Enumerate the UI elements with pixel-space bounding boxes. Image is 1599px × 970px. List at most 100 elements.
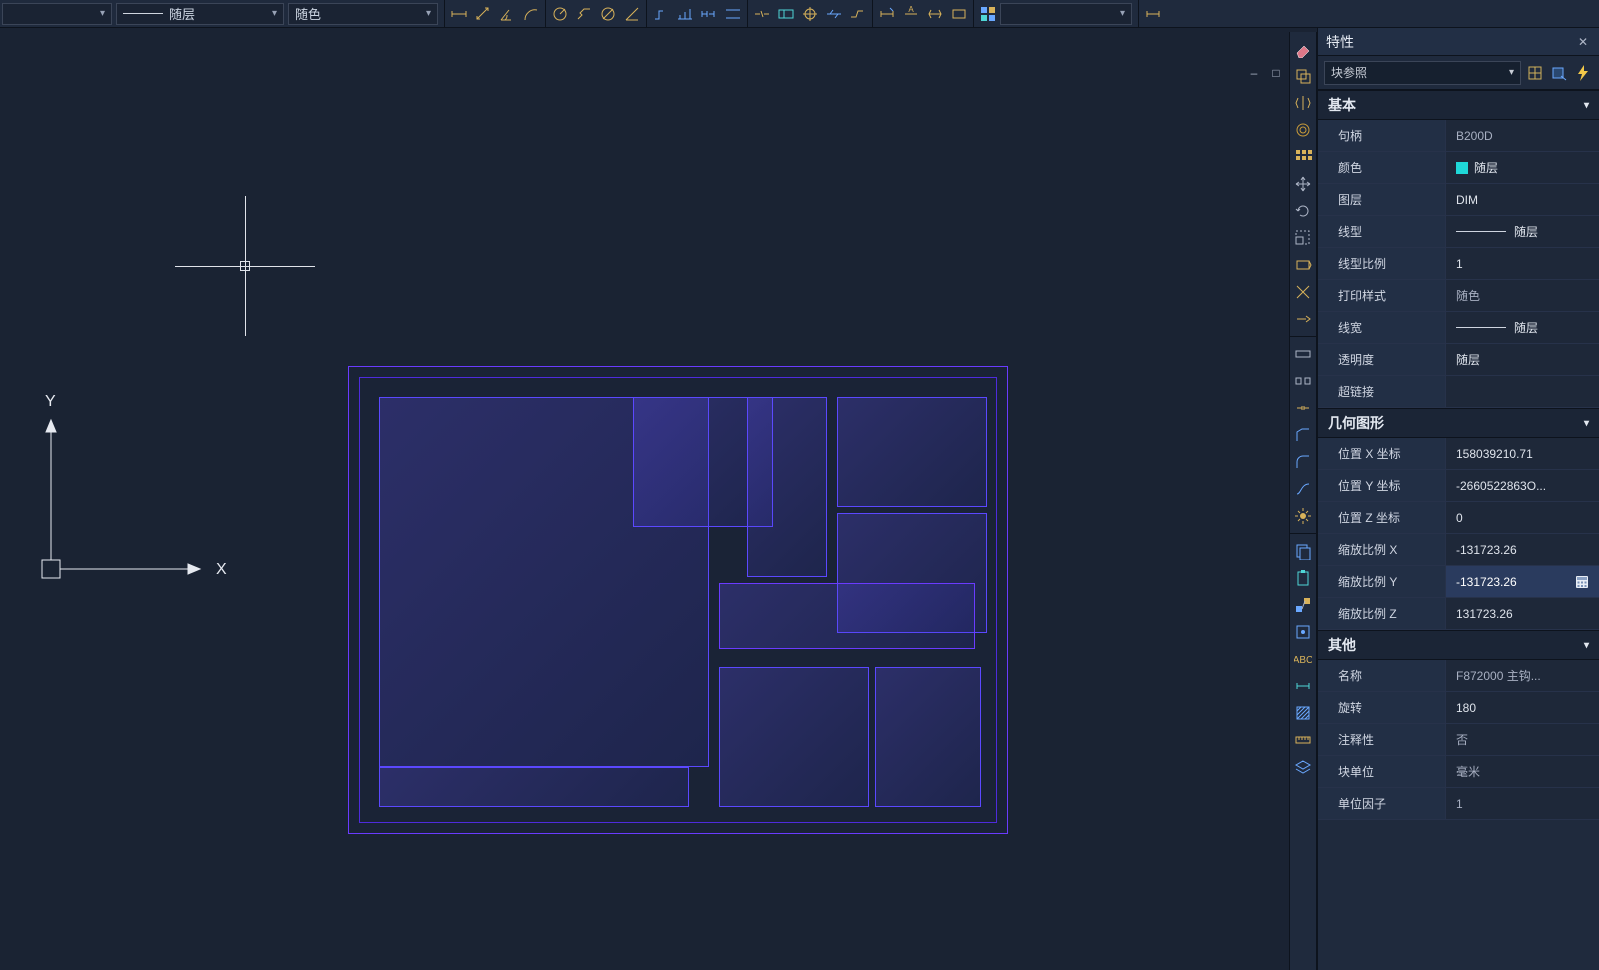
section-title: 基本 [1328, 95, 1356, 115]
dim-linear-icon[interactable] [447, 2, 471, 26]
dim-baseline-icon[interactable] [673, 2, 697, 26]
layer-dropdown[interactable]: ▾ [2, 3, 112, 25]
extend-icon[interactable] [1291, 306, 1315, 332]
measure-icon[interactable] [1291, 727, 1315, 753]
erase-icon[interactable] [1291, 36, 1315, 62]
dim-style-icon[interactable] [1291, 673, 1315, 699]
dim-jogged-icon[interactable] [572, 2, 596, 26]
dim-angular-icon[interactable] [495, 2, 519, 26]
prop-row-unitfactor: 单位因子1 [1318, 788, 1599, 820]
quick-select-icon[interactable] [1549, 63, 1569, 83]
prop-value-rotation[interactable]: 180 [1446, 692, 1599, 723]
dim-diameter-icon[interactable] [596, 2, 620, 26]
layer-icon[interactable] [1291, 754, 1315, 780]
prop-value-blockunit[interactable]: 毫米 [1446, 756, 1599, 787]
object-type-dropdown[interactable]: 块参照 ▾ [1324, 61, 1521, 85]
dim-reassoc-icon[interactable] [1141, 2, 1165, 26]
center-mark-icon[interactable] [798, 2, 822, 26]
offset-icon[interactable] [1291, 117, 1315, 143]
linetype-dropdown[interactable]: 随层 ▾ [116, 3, 284, 25]
explode-icon[interactable] [1291, 503, 1315, 529]
close-icon[interactable]: ✕ [1575, 34, 1591, 50]
prop-value-scaley[interactable]: -131723.26 [1446, 566, 1599, 597]
model-viewport[interactable]: – □ × X Y [0, 28, 1317, 970]
paste-block-icon[interactable] [1291, 619, 1315, 645]
viewport-minimize-button[interactable]: – [1247, 66, 1261, 80]
rotate-icon[interactable] [1291, 198, 1315, 224]
section-header-geometry[interactable]: 几何图形 ▾ [1318, 408, 1599, 438]
side-tool-palette: ABC [1289, 32, 1317, 970]
tolerance-icon[interactable] [774, 2, 798, 26]
prop-row-posy: 位置 Y 坐标-2660522863O... [1318, 470, 1599, 502]
dimstyle-manager-icon[interactable] [976, 2, 1000, 26]
ucs-icon: X Y [40, 390, 240, 593]
copy-clip-icon[interactable] [1291, 538, 1315, 564]
prop-value-handle[interactable]: B200D [1446, 120, 1599, 151]
prop-value-name[interactable]: F872000 主钩... [1446, 660, 1599, 691]
prop-value-plotstyle[interactable]: 随色 [1446, 280, 1599, 311]
dim-space-icon[interactable] [721, 2, 745, 26]
prop-value-posz[interactable]: 0 [1446, 502, 1599, 533]
prop-value-transparency[interactable]: 随层 [1446, 344, 1599, 375]
hatch-icon[interactable] [1291, 700, 1315, 726]
copy-icon[interactable] [1291, 63, 1315, 89]
dim-aligned-icon[interactable] [471, 2, 495, 26]
pim-toggle-icon[interactable] [1525, 63, 1545, 83]
mirror-icon[interactable] [1291, 90, 1315, 116]
inspection-icon[interactable] [822, 2, 846, 26]
fillet-icon[interactable] [1291, 449, 1315, 475]
prop-value-unitfactor[interactable]: 1 [1446, 788, 1599, 819]
section-header-other[interactable]: 其他 ▾ [1318, 630, 1599, 660]
break-at-point-icon[interactable] [1291, 368, 1315, 394]
chamfer-icon[interactable] [1291, 422, 1315, 448]
prop-row-ltscale: 线型比例1 [1318, 248, 1599, 280]
break-icon[interactable] [1291, 341, 1315, 367]
crosshair-cursor [175, 196, 315, 336]
match-icon[interactable] [1291, 592, 1315, 618]
dim-break-icon[interactable] [750, 2, 774, 26]
section-header-basic[interactable]: 基本 ▾ [1318, 90, 1599, 120]
blend-icon[interactable] [1291, 476, 1315, 502]
prop-value-layer[interactable]: DIM [1446, 184, 1599, 215]
prop-row-rotation: 旋转180 [1318, 692, 1599, 724]
prop-value-scalez[interactable]: 131723.26 [1446, 598, 1599, 629]
paste-icon[interactable] [1291, 565, 1315, 591]
prop-value-ltscale[interactable]: 1 [1446, 248, 1599, 279]
prop-value-color[interactable]: 随层 [1446, 152, 1599, 183]
prop-value-posx[interactable]: 158039210.71 [1446, 438, 1599, 469]
object-type-selector-row: 块参照 ▾ [1318, 56, 1599, 90]
join-icon[interactable] [1291, 395, 1315, 421]
dim-update-icon[interactable] [923, 2, 947, 26]
viewport-maximize-button[interactable]: □ [1269, 66, 1283, 80]
dim-ordinate-icon[interactable] [649, 2, 673, 26]
array-icon[interactable] [1291, 144, 1315, 170]
prop-row-scalez: 缩放比例 Z131723.26 [1318, 598, 1599, 630]
dim-text-edit-icon[interactable]: A [899, 2, 923, 26]
jog-line-icon[interactable] [846, 2, 870, 26]
prop-row-transparency: 透明度随层 [1318, 344, 1599, 376]
move-icon[interactable] [1291, 171, 1315, 197]
prop-row-blockunit: 块单位毫米 [1318, 756, 1599, 788]
prop-value-posy[interactable]: -2660522863O... [1446, 470, 1599, 501]
quick-properties-icon[interactable] [1573, 63, 1593, 83]
dim-angular2-icon[interactable] [620, 2, 644, 26]
trim-icon[interactable] [1291, 279, 1315, 305]
dimstyle-dropdown[interactable]: ▾ [1000, 3, 1132, 25]
dim-arc-icon[interactable] [519, 2, 543, 26]
calculator-icon[interactable] [1573, 573, 1591, 591]
prop-value-hyperlink[interactable] [1446, 376, 1599, 407]
dim-edit-icon[interactable] [875, 2, 899, 26]
dim-continue-icon[interactable] [697, 2, 721, 26]
dim-override-icon[interactable] [947, 2, 971, 26]
dim-radius-icon[interactable] [548, 2, 572, 26]
prop-value-annotative[interactable]: 否 [1446, 724, 1599, 755]
stretch-icon[interactable] [1291, 252, 1315, 278]
svg-text:A: A [908, 5, 914, 14]
prop-value-lineweight[interactable]: 随层 [1446, 312, 1599, 343]
color-dropdown[interactable]: 随色 ▾ [288, 3, 438, 25]
scale-icon[interactable] [1291, 225, 1315, 251]
text-icon[interactable]: ABC [1291, 646, 1315, 672]
prop-value-linetype[interactable]: 随层 [1446, 216, 1599, 247]
prop-value-scalex[interactable]: -131723.26 [1446, 534, 1599, 565]
detail-view [719, 667, 869, 807]
